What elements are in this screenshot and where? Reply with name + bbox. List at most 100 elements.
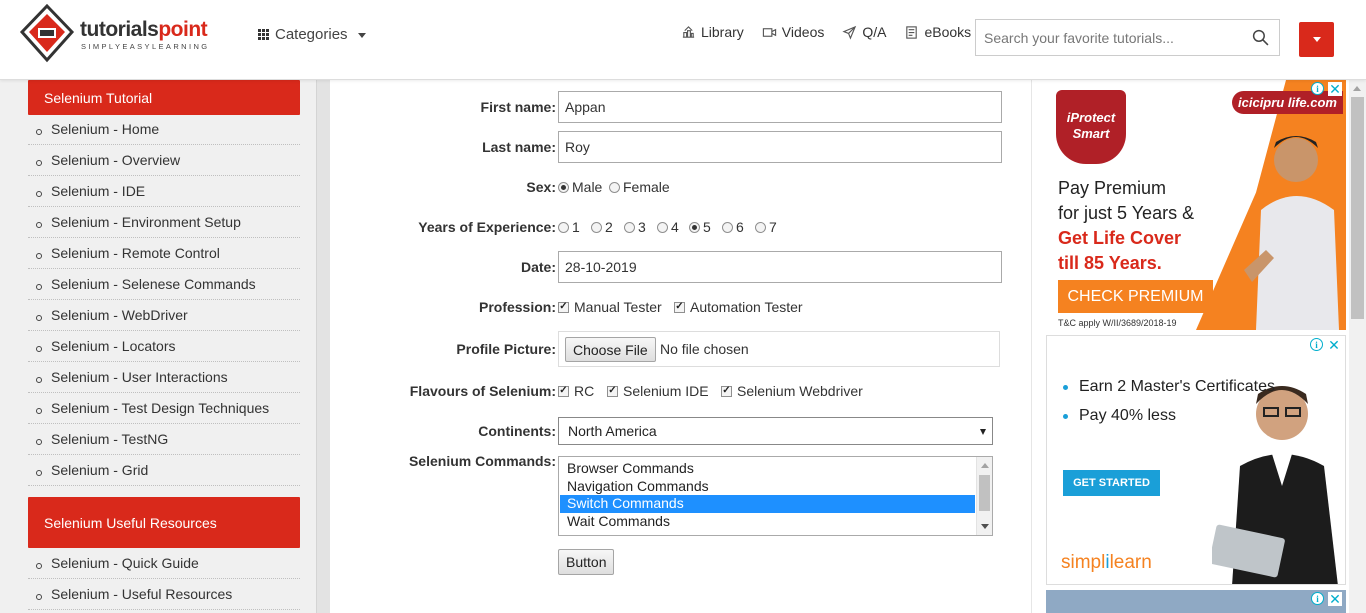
listbox-scrollbar[interactable] <box>976 457 992 535</box>
experience-option-label: 4 <box>671 219 679 235</box>
nav-videos[interactable]: Videos <box>762 24 824 40</box>
nav-library-label: Library <box>701 24 744 40</box>
menu-dropdown-button[interactable] <box>1299 22 1334 57</box>
choose-file-button[interactable]: Choose File <box>565 337 656 362</box>
ad-info-icon[interactable]: i <box>1311 82 1324 95</box>
flavour-option-ide[interactable]: ✓ Selenium IDE <box>607 383 709 399</box>
ad-info-icon[interactable]: i <box>1311 592 1324 605</box>
profession-option-label: Automation Tester <box>690 299 803 315</box>
radio-button[interactable] <box>558 221 569 233</box>
search-input[interactable] <box>976 20 1241 55</box>
bullet-icon <box>36 346 42 352</box>
commands-option-selected[interactable]: Switch Commands <box>560 495 975 513</box>
site-logo[interactable]: tutorialspoint SIMPLYEASYLEARNING <box>18 4 233 66</box>
scroll-up-icon[interactable] <box>1353 86 1361 91</box>
experience-option-2[interactable]: 2 <box>591 219 613 235</box>
profession-option-manual[interactable]: ✓ Manual Tester <box>558 299 662 315</box>
experience-option-4[interactable]: 4 <box>657 219 679 235</box>
nav-ebooks[interactable]: eBooks <box>904 24 971 40</box>
flavour-option-label: RC <box>574 383 595 399</box>
page-scrollbar[interactable] <box>1349 80 1366 613</box>
content-divider <box>1031 80 1032 613</box>
ad-close-icon[interactable]: ✕ <box>1327 338 1341 352</box>
experience-option-label: 1 <box>572 219 580 235</box>
ad-banner-insurance[interactable]: icicipru life.com iProtect Smart Pay Pre… <box>1046 80 1346 330</box>
scroll-up-icon[interactable] <box>981 463 989 468</box>
ad-headline-line: for just 5 Years & <box>1058 203 1195 223</box>
sidebar-item-quick-guide[interactable]: Selenium - Quick Guide <box>28 548 300 579</box>
experience-option-5[interactable]: 5 <box>689 219 711 235</box>
check-premium-button[interactable]: CHECK PREMIUM <box>1058 280 1213 313</box>
ad-benefits-list: Earn 2 Master's Certificates Pay 40% les… <box>1059 378 1275 436</box>
commands-option[interactable]: Wait Commands <box>560 513 975 531</box>
checkbox-checked[interactable]: ✓ <box>607 385 618 397</box>
scroll-down-icon[interactable] <box>981 524 989 529</box>
radio-button-checked[interactable] <box>558 181 569 193</box>
ad-close-icon[interactable]: ✕ <box>1328 82 1342 96</box>
bullet-icon <box>36 470 42 476</box>
logo-word-a: tutorials <box>80 18 159 41</box>
scroll-thumb[interactable] <box>979 475 990 511</box>
ad-info-icon[interactable]: i <box>1310 338 1323 351</box>
sidebar-item-label: Selenium - User Interactions <box>51 369 228 385</box>
commands-option[interactable]: Browser Commands <box>560 460 975 478</box>
sidebar-item-useful-resources[interactable]: Selenium - Useful Resources <box>28 579 300 610</box>
continents-select[interactable]: North America <box>558 417 993 445</box>
bullet-icon <box>36 191 42 197</box>
logo-tagline: SIMPLYEASYLEARNING <box>81 42 210 51</box>
radio-button-checked[interactable] <box>689 221 700 233</box>
ad-close-icon[interactable]: ✕ <box>1328 592 1342 606</box>
file-status-text: No file chosen <box>660 341 749 357</box>
profession-option-automation[interactable]: ✓ Automation Tester <box>674 299 803 315</box>
checkbox-checked[interactable]: ✓ <box>558 385 569 397</box>
bullet-icon <box>36 284 42 290</box>
radio-button[interactable] <box>755 221 766 233</box>
sidebar-resources-title: Selenium Useful Resources <box>28 497 300 548</box>
experience-option-6[interactable]: 6 <box>722 219 744 235</box>
top-nav: Library Videos Q/A eBooks <box>681 24 989 40</box>
sex-option-female[interactable]: Female <box>609 179 670 195</box>
scroll-thumb[interactable] <box>1351 97 1364 319</box>
ad-benefit-text: Pay 40% less <box>1079 407 1176 424</box>
bullet-icon <box>36 594 42 600</box>
date-label: Date: <box>520 259 556 275</box>
caret-down-icon <box>1312 37 1321 42</box>
radio-button[interactable] <box>624 221 635 233</box>
commands-listbox[interactable]: Browser Commands Navigation Commands Swi… <box>558 456 993 536</box>
radio-button[interactable] <box>591 221 602 233</box>
ad-headline-line: Get Life Cover <box>1058 228 1182 248</box>
commands-option[interactable]: Navigation Commands <box>560 478 975 496</box>
profession-option-label: Manual Tester <box>574 299 662 315</box>
profession-label: Profession: <box>478 299 556 315</box>
nav-library[interactable]: Library <box>681 24 744 40</box>
experience-option-3[interactable]: 3 <box>624 219 646 235</box>
last-name-input[interactable] <box>558 131 1002 163</box>
search-icon[interactable] <box>1252 29 1269 46</box>
nav-qa[interactable]: Q/A <box>842 24 886 40</box>
first-name-input[interactable] <box>558 91 1002 123</box>
sex-option-male[interactable]: Male <box>558 179 602 195</box>
experience-option-7[interactable]: 7 <box>755 219 777 235</box>
categories-dropdown[interactable]: Categories <box>258 26 366 43</box>
search-box <box>975 19 1280 56</box>
submit-button[interactable]: Button <box>558 549 615 575</box>
bullet-icon <box>36 253 42 259</box>
ad-banner-simplilearn[interactable]: Earn 2 Master's Certificates Pay 40% les… <box>1046 335 1346 585</box>
get-started-button[interactable]: GET STARTED <box>1063 470 1160 496</box>
experience-option-1[interactable]: 1 <box>558 219 580 235</box>
flavour-option-rc[interactable]: ✓ RC <box>558 383 594 399</box>
experience-label: Years of Experience: <box>418 219 556 235</box>
continents-label: Continents: <box>478 423 556 439</box>
radio-button[interactable] <box>609 181 620 193</box>
experience-option-label: 6 <box>736 219 744 235</box>
date-input[interactable] <box>558 251 1002 283</box>
list-item: Earn 2 Master's Certificates <box>1059 378 1275 396</box>
flavour-option-webdriver[interactable]: ✓ Selenium Webdriver <box>721 383 863 399</box>
radio-button[interactable] <box>722 221 733 233</box>
ad-banner-partial[interactable]: i ✕ <box>1046 590 1346 613</box>
video-icon <box>762 27 776 37</box>
checkbox-checked[interactable]: ✓ <box>721 385 732 397</box>
checkbox-checked[interactable]: ✓ <box>558 301 569 313</box>
checkbox-checked[interactable]: ✓ <box>674 301 685 313</box>
radio-button[interactable] <box>657 221 668 233</box>
